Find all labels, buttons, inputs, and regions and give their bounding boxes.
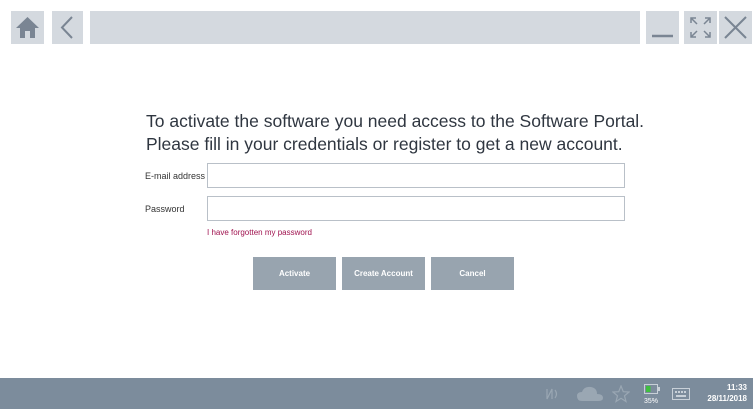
taskbar: 35% 11:33 28/11/2018 [0, 378, 753, 409]
heading-line-1: To activate the software you need access… [146, 111, 645, 131]
chevron-left-icon [60, 16, 73, 39]
close-button[interactable] [719, 11, 752, 44]
close-icon [724, 16, 747, 39]
cloud-icon[interactable] [576, 385, 604, 403]
maximize-icon [690, 17, 711, 38]
password-field[interactable] [207, 196, 625, 221]
activation-heading: To activate the software you need access… [146, 110, 666, 156]
cancel-button[interactable]: Cancel [431, 257, 514, 290]
home-icon [16, 17, 39, 38]
clock: 11:33 28/11/2018 [707, 382, 747, 404]
email-label: E-mail address [145, 171, 206, 181]
password-label: Password [145, 204, 185, 214]
back-button[interactable] [52, 11, 83, 44]
minimize-button[interactable] [646, 11, 679, 44]
battery-percent: 35% [644, 398, 659, 405]
create-account-button[interactable]: Create Account [342, 257, 425, 290]
activate-button[interactable]: Activate [253, 257, 336, 290]
email-field[interactable] [207, 163, 625, 188]
top-toolbar [0, 0, 753, 55]
minimize-icon [652, 34, 673, 38]
title-bar [90, 11, 640, 44]
keyboard-icon[interactable] [672, 388, 690, 400]
home-button[interactable] [11, 11, 44, 44]
battery-icon[interactable] [644, 383, 660, 395]
maximize-button[interactable] [684, 11, 717, 44]
nfc-icon[interactable] [545, 387, 561, 401]
clock-date: 28/11/2018 [707, 394, 747, 403]
heading-line-2: Please fill in your credentials or regis… [146, 134, 623, 154]
clock-time: 11:33 [726, 383, 747, 392]
forgot-password-link[interactable]: I have forgotten my password [207, 228, 312, 237]
star-icon[interactable] [612, 385, 630, 403]
